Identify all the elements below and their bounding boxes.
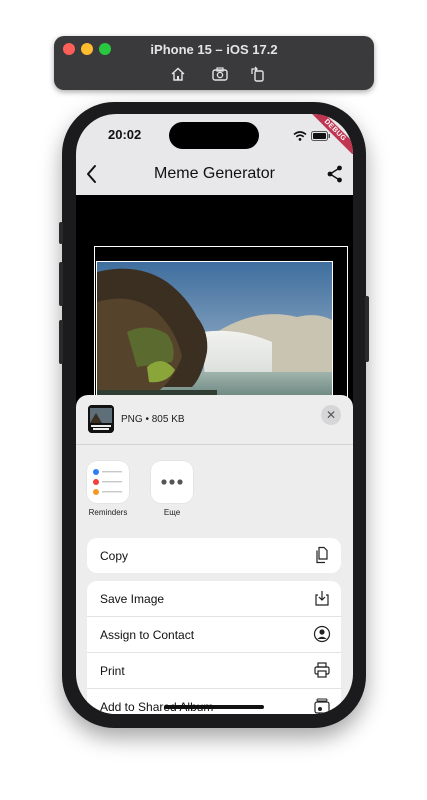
file-thumbnail bbox=[88, 405, 114, 433]
home-icon[interactable] bbox=[169, 66, 187, 82]
action-save-image[interactable]: Save Image bbox=[87, 581, 341, 617]
simulator-title: iPhone 15 – iOS 17.2 bbox=[150, 42, 278, 57]
screenshot-icon[interactable] bbox=[211, 66, 229, 82]
share-sheet-header: PNG • 805 KB ✕ bbox=[76, 395, 353, 445]
status-icons bbox=[293, 128, 331, 146]
action-group-primary: Copy bbox=[87, 538, 341, 573]
save-image-icon bbox=[313, 589, 331, 607]
page-title: Meme Generator bbox=[154, 165, 275, 182]
copy-icon bbox=[313, 546, 331, 564]
volume-up-button bbox=[59, 262, 63, 306]
wifi-icon bbox=[293, 128, 307, 146]
reminders-icon[interactable] bbox=[87, 461, 129, 503]
power-button bbox=[365, 296, 369, 362]
status-bar: 20:02 DEBUG bbox=[76, 114, 353, 162]
simulator-toolbar: iPhone 15 – iOS 17.2 bbox=[54, 36, 374, 90]
share-icon[interactable] bbox=[327, 165, 343, 183]
close-icon[interactable]: ✕ bbox=[321, 405, 341, 425]
action-copy[interactable]: Copy bbox=[87, 538, 341, 573]
action-assign-contact[interactable]: Assign to Contact bbox=[87, 617, 341, 653]
printer-icon bbox=[313, 661, 331, 679]
action-label: Print bbox=[100, 664, 125, 678]
action-label: Save Image bbox=[100, 592, 165, 606]
more-icon[interactable] bbox=[151, 461, 193, 503]
action-print[interactable]: Print bbox=[87, 653, 341, 689]
action-button bbox=[59, 222, 63, 244]
action-shared-album[interactable]: Add to Shared Album bbox=[87, 689, 341, 714]
share-sheet: PNG • 805 KB ✕ Reminders Еще Copy Save I… bbox=[76, 395, 353, 714]
rotate-icon[interactable] bbox=[249, 66, 267, 82]
volume-down-button bbox=[59, 320, 63, 364]
action-group-secondary: Save Image Assign to Contact Print Add t… bbox=[87, 581, 341, 714]
app-label-reminders: Reminders bbox=[88, 508, 128, 517]
home-indicator[interactable] bbox=[164, 705, 264, 709]
status-time: 20:02 bbox=[108, 127, 142, 142]
dynamic-island bbox=[169, 122, 259, 149]
app-bar: Meme Generator bbox=[76, 154, 353, 195]
shared-album-icon bbox=[313, 697, 331, 714]
phone-screen: 20:02 DEBUG Meme Generator PNG • 805 KB … bbox=[76, 114, 353, 714]
action-label: Copy bbox=[100, 549, 129, 563]
meme-image bbox=[96, 261, 333, 413]
contact-icon bbox=[313, 625, 331, 643]
action-label: Assign to Contact bbox=[100, 628, 195, 642]
app-label-more: Еще bbox=[163, 508, 181, 517]
file-info: PNG • 805 KB bbox=[121, 414, 185, 425]
